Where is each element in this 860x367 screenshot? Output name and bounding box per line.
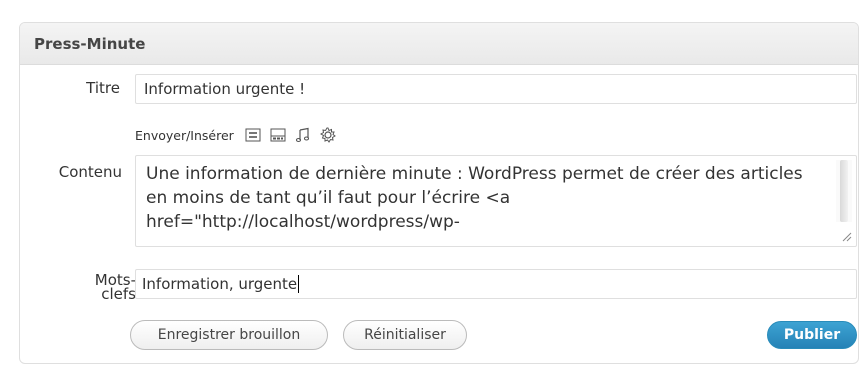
resize-handle-icon[interactable] bbox=[840, 230, 852, 242]
content-label: Contenu bbox=[58, 163, 122, 181]
image-icon[interactable] bbox=[244, 126, 262, 144]
scrollbar-thumb[interactable] bbox=[840, 160, 848, 222]
widget-header[interactable]: Press-Minute bbox=[20, 23, 858, 65]
save-draft-button[interactable]: Enregistrer brouillon bbox=[130, 320, 328, 350]
title-input[interactable]: Information urgente ! bbox=[135, 74, 857, 104]
video-icon[interactable] bbox=[269, 126, 287, 144]
media-icon[interactable] bbox=[319, 126, 337, 144]
reset-button[interactable]: Réinitialiser bbox=[343, 320, 467, 350]
text-caret bbox=[298, 275, 300, 293]
tags-input-value: Information, urgente bbox=[142, 275, 298, 293]
tags-input[interactable]: Information, urgente bbox=[135, 269, 857, 299]
media-toolbar: Envoyer/Insérer bbox=[135, 125, 344, 145]
quickpress-widget: Press-Minute Titre Information urgente !… bbox=[19, 22, 859, 364]
title-input-value: Information urgente ! bbox=[144, 80, 306, 98]
media-label: Envoyer/Insérer bbox=[135, 127, 234, 143]
audio-icon[interactable] bbox=[294, 126, 312, 144]
content-textarea-value: Une information de dernière minute : Wor… bbox=[146, 164, 809, 232]
publish-button[interactable]: Publier bbox=[767, 321, 857, 349]
tags-label: Mots- clefs bbox=[94, 271, 136, 303]
content-scrollbar[interactable] bbox=[836, 160, 852, 222]
widget-title: Press-Minute bbox=[34, 34, 146, 53]
title-label: Titre bbox=[86, 79, 120, 97]
content-textarea[interactable]: Une information de dernière minute : Wor… bbox=[135, 155, 857, 247]
